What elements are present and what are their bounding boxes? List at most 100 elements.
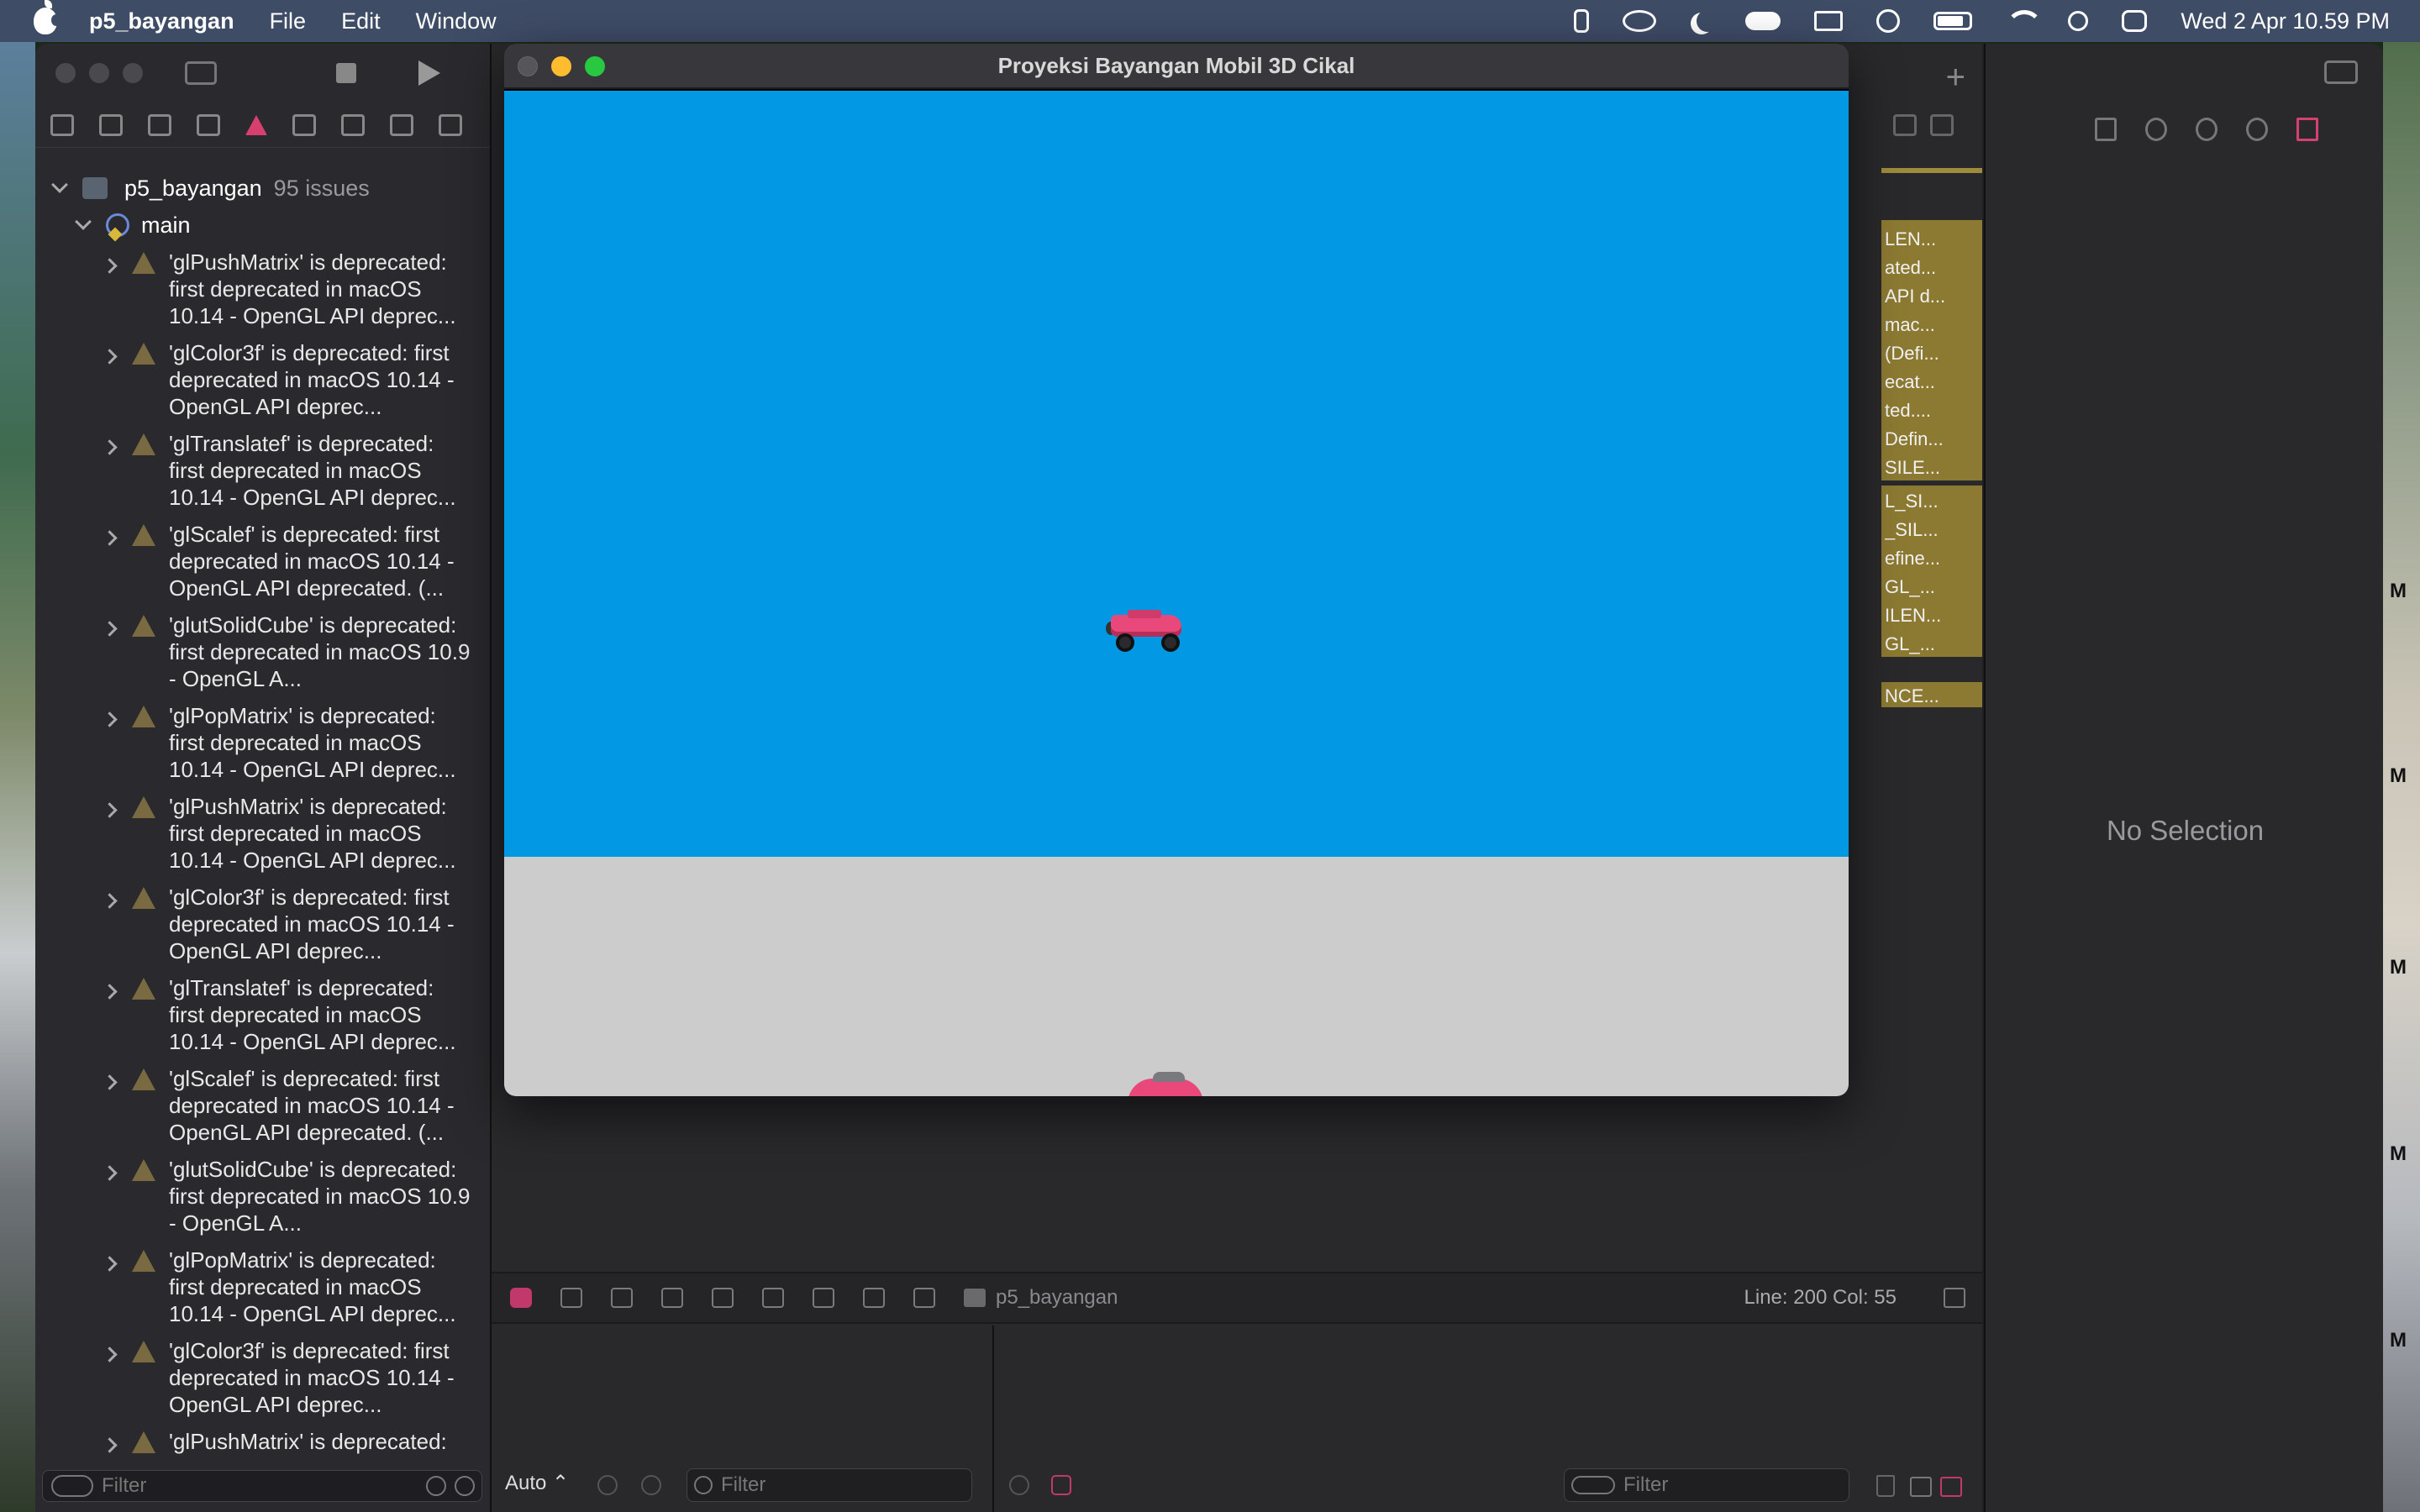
- chevron-right-icon[interactable]: [102, 802, 118, 818]
- recent-filter-icon[interactable]: [426, 1476, 446, 1496]
- chevron-right-icon[interactable]: [102, 1165, 118, 1181]
- battery-icon[interactable]: [1933, 12, 1973, 30]
- breakpoints-toggle-icon[interactable]: [510, 1288, 532, 1308]
- chevron-right-icon[interactable]: [102, 1256, 118, 1272]
- debug-navigator-icon[interactable]: [341, 113, 365, 136]
- memory-graph-icon[interactable]: [813, 1288, 834, 1308]
- apple-logo-icon[interactable]: [34, 0, 61, 34]
- wifi-icon[interactable]: [2006, 10, 2044, 32]
- figma-icon[interactable]: [1574, 9, 1590, 33]
- split-editor-icon[interactable]: [1930, 114, 1954, 136]
- chevron-right-icon[interactable]: [102, 1437, 118, 1453]
- breakpoint-icon[interactable]: [390, 113, 413, 136]
- chevron-right-icon[interactable]: [102, 1347, 118, 1362]
- eye-icon[interactable]: [597, 1475, 618, 1495]
- close-button-dim[interactable]: [55, 63, 76, 83]
- info-icon[interactable]: [641, 1475, 661, 1495]
- source-control-icon[interactable]: [99, 113, 123, 136]
- minimize-button[interactable]: [551, 56, 571, 76]
- chevron-down-icon[interactable]: [75, 213, 92, 230]
- split-left-icon[interactable]: [1910, 1477, 1932, 1497]
- zoom-button-dim[interactable]: [123, 63, 143, 83]
- chevron-right-icon[interactable]: [102, 439, 118, 455]
- split-right-icon[interactable]: [1940, 1477, 1962, 1497]
- test-navigator-icon[interactable]: [292, 113, 316, 136]
- chevron-right-icon[interactable]: [102, 258, 118, 274]
- chevron-right-icon[interactable]: [102, 530, 118, 546]
- chevron-down-icon[interactable]: [51, 176, 68, 193]
- find-icon[interactable]: [197, 113, 220, 136]
- issue-row[interactable]: 'glutSolidCube' is deprecated: first dep…: [35, 606, 490, 697]
- variables-filter-field[interactable]: Filter: [687, 1468, 972, 1502]
- moon-icon[interactable]: [1697, 10, 1718, 32]
- attributes-inspector-icon[interactable]: [2296, 118, 2318, 141]
- view-hierarchy-icon[interactable]: [762, 1288, 784, 1308]
- control-center-icon[interactable]: [2122, 10, 2148, 32]
- creative-cloud-icon[interactable]: [1623, 10, 1657, 32]
- issue-row[interactable]: 'glColor3f' is deprecated: first depreca…: [35, 879, 490, 969]
- issue-row[interactable]: 'glPopMatrix' is deprecated: first depre…: [35, 697, 490, 788]
- report-navigator-icon[interactable]: [439, 113, 462, 136]
- location-icon[interactable]: [913, 1288, 935, 1308]
- issue-filter-icon[interactable]: [455, 1476, 475, 1496]
- issue-row[interactable]: 'glScalef' is deprecated: first deprecat…: [35, 1060, 490, 1151]
- add-icon[interactable]: +: [1946, 59, 1965, 97]
- inspector-toggle-icon[interactable]: [2324, 60, 2358, 84]
- sidebar-toggle-icon[interactable]: [185, 61, 217, 85]
- issue-row[interactable]: 'glPushMatrix' is deprecated: first depr…: [35, 1423, 490, 1457]
- zoom-button[interactable]: [585, 56, 605, 76]
- console-filter-field[interactable]: Filter: [1564, 1468, 1849, 1502]
- issue-row[interactable]: 'glutSolidCube' is deprecated: first dep…: [35, 1151, 490, 1242]
- environment-overrides-icon[interactable]: [863, 1288, 885, 1308]
- chevron-right-icon[interactable]: [102, 711, 118, 727]
- variables-scope-select[interactable]: Auto ⌃: [505, 1471, 569, 1495]
- bookmark-icon[interactable]: [148, 113, 171, 136]
- issue-row[interactable]: 'glColor3f' is deprecated: first depreca…: [35, 334, 490, 425]
- step-out-icon[interactable]: [712, 1288, 734, 1308]
- opengl-window-titlebar[interactable]: Proyeksi Bayangan Mobil 3D Cikal: [504, 44, 1849, 89]
- tree-target-row[interactable]: main: [35, 207, 490, 244]
- menu-app-name[interactable]: p5_bayangan: [89, 8, 234, 34]
- help-inspector-icon[interactable]: [2196, 118, 2217, 141]
- issue-row[interactable]: 'glColor3f' is deprecated: first depreca…: [35, 1332, 490, 1423]
- issue-row[interactable]: 'glScalef' is deprecated: first deprecat…: [35, 516, 490, 606]
- history-inspector-icon[interactable]: [2145, 118, 2167, 141]
- filter-icon[interactable]: [51, 1475, 93, 1497]
- pause-icon[interactable]: [560, 1288, 582, 1308]
- editor-options-icon[interactable]: [1893, 114, 1917, 136]
- minimize-button-dim[interactable]: [89, 63, 109, 83]
- issue-row[interactable]: 'glPushMatrix' is deprecated: first depr…: [35, 244, 490, 334]
- chevron-right-icon[interactable]: [102, 1074, 118, 1090]
- menu-file[interactable]: File: [270, 8, 307, 34]
- chevron-right-icon[interactable]: [102, 349, 118, 365]
- step-into-icon[interactable]: [661, 1288, 683, 1308]
- search-icon[interactable]: [2068, 11, 2089, 31]
- accessibility-inspector-icon[interactable]: [2246, 118, 2268, 141]
- issue-row[interactable]: 'glTranslatef' is deprecated: first depr…: [35, 969, 490, 1060]
- chevron-right-icon[interactable]: [102, 893, 118, 909]
- navigator-filter-field[interactable]: Filter: [42, 1470, 482, 1502]
- hide-debug-area-icon[interactable]: [1944, 1288, 1965, 1308]
- tree-project-row[interactable]: p5_bayangan 95 issues: [35, 170, 490, 207]
- menu-window[interactable]: Window: [416, 8, 497, 34]
- menu-clock[interactable]: Wed 2 Apr 10.59 PM: [2181, 8, 2390, 34]
- run-icon[interactable]: [418, 60, 440, 86]
- file-inspector-icon[interactable]: [2095, 118, 2117, 141]
- project-navigator-icon[interactable]: [50, 113, 74, 136]
- play-icon[interactable]: [1876, 9, 1901, 33]
- issue-row[interactable]: 'glPopMatrix' is deprecated: first depre…: [35, 1242, 490, 1332]
- minimap[interactable]: LEN... ated... API d... mac... (Defi... …: [1881, 161, 1982, 1413]
- step-over-icon[interactable]: [611, 1288, 633, 1308]
- chevron-right-icon[interactable]: [102, 984, 118, 1000]
- display-icon[interactable]: [1814, 11, 1844, 31]
- menu-edit[interactable]: Edit: [341, 8, 381, 34]
- issue-row[interactable]: 'glPushMatrix' is deprecated: first depr…: [35, 788, 490, 879]
- debug-scheme-crumb[interactable]: p5_bayangan: [964, 1286, 1118, 1310]
- eye-icon[interactable]: [1009, 1475, 1029, 1495]
- trash-icon[interactable]: [1876, 1475, 1895, 1497]
- console-toggle-icon[interactable]: [1051, 1475, 1071, 1495]
- stop-icon[interactable]: [336, 63, 356, 83]
- issue-row[interactable]: 'glTranslatef' is deprecated: first depr…: [35, 425, 490, 516]
- close-button[interactable]: [518, 56, 538, 76]
- chevron-right-icon[interactable]: [102, 621, 118, 637]
